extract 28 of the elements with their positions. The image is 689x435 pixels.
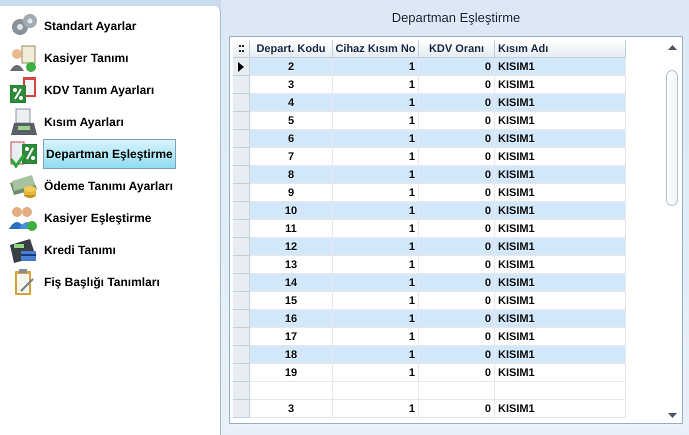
menu-item[interactable]: Fiş Başlığı Tanımları <box>44 267 160 297</box>
current-row-icon <box>238 62 244 72</box>
percent-document-icon <box>8 75 38 105</box>
scroll-down-icon[interactable] <box>668 413 676 418</box>
column-header[interactable]: Depart. Kodu <box>250 40 333 58</box>
menu-item[interactable]: Ödeme Tanımı Ayarları <box>44 171 173 201</box>
menu-item[interactable]: Kasiyer Tanımı <box>44 43 128 73</box>
menu-item[interactable]: Departman Eşleştirme <box>43 139 176 169</box>
person-document-icon <box>8 43 38 73</box>
menu-item[interactable]: Kasiyer Eşleştirme <box>44 203 152 233</box>
table-cell: 1 <box>333 400 419 418</box>
panel-title: Departman Eşleştirme <box>390 9 522 27</box>
menu-item[interactable]: Kısım Ayarları <box>44 107 124 137</box>
column-header[interactable]: KDV Oranı <box>419 40 495 58</box>
column-header[interactable]: Kısım Adı <box>495 40 626 58</box>
table-cell: KISIM1 <box>495 400 626 418</box>
table-cell: 0 <box>419 400 495 418</box>
menu-item[interactable]: Kredi Tanımı <box>44 235 116 265</box>
menu-item[interactable]: Standart Ayarlar <box>44 11 136 41</box>
scroll-up-icon[interactable] <box>668 45 676 50</box>
table-cell: 3 <box>250 400 333 418</box>
cash-register-icon <box>8 107 38 137</box>
grid-handle-icon <box>238 45 244 52</box>
scroll-thumb[interactable] <box>666 70 678 206</box>
column-header[interactable]: Cihaz Kısım No <box>333 40 419 58</box>
percent-document-icon <box>8 139 38 169</box>
menu-item[interactable]: KDV Tanım Ayarları <box>44 75 154 105</box>
row-indicator[interactable] <box>233 58 250 76</box>
